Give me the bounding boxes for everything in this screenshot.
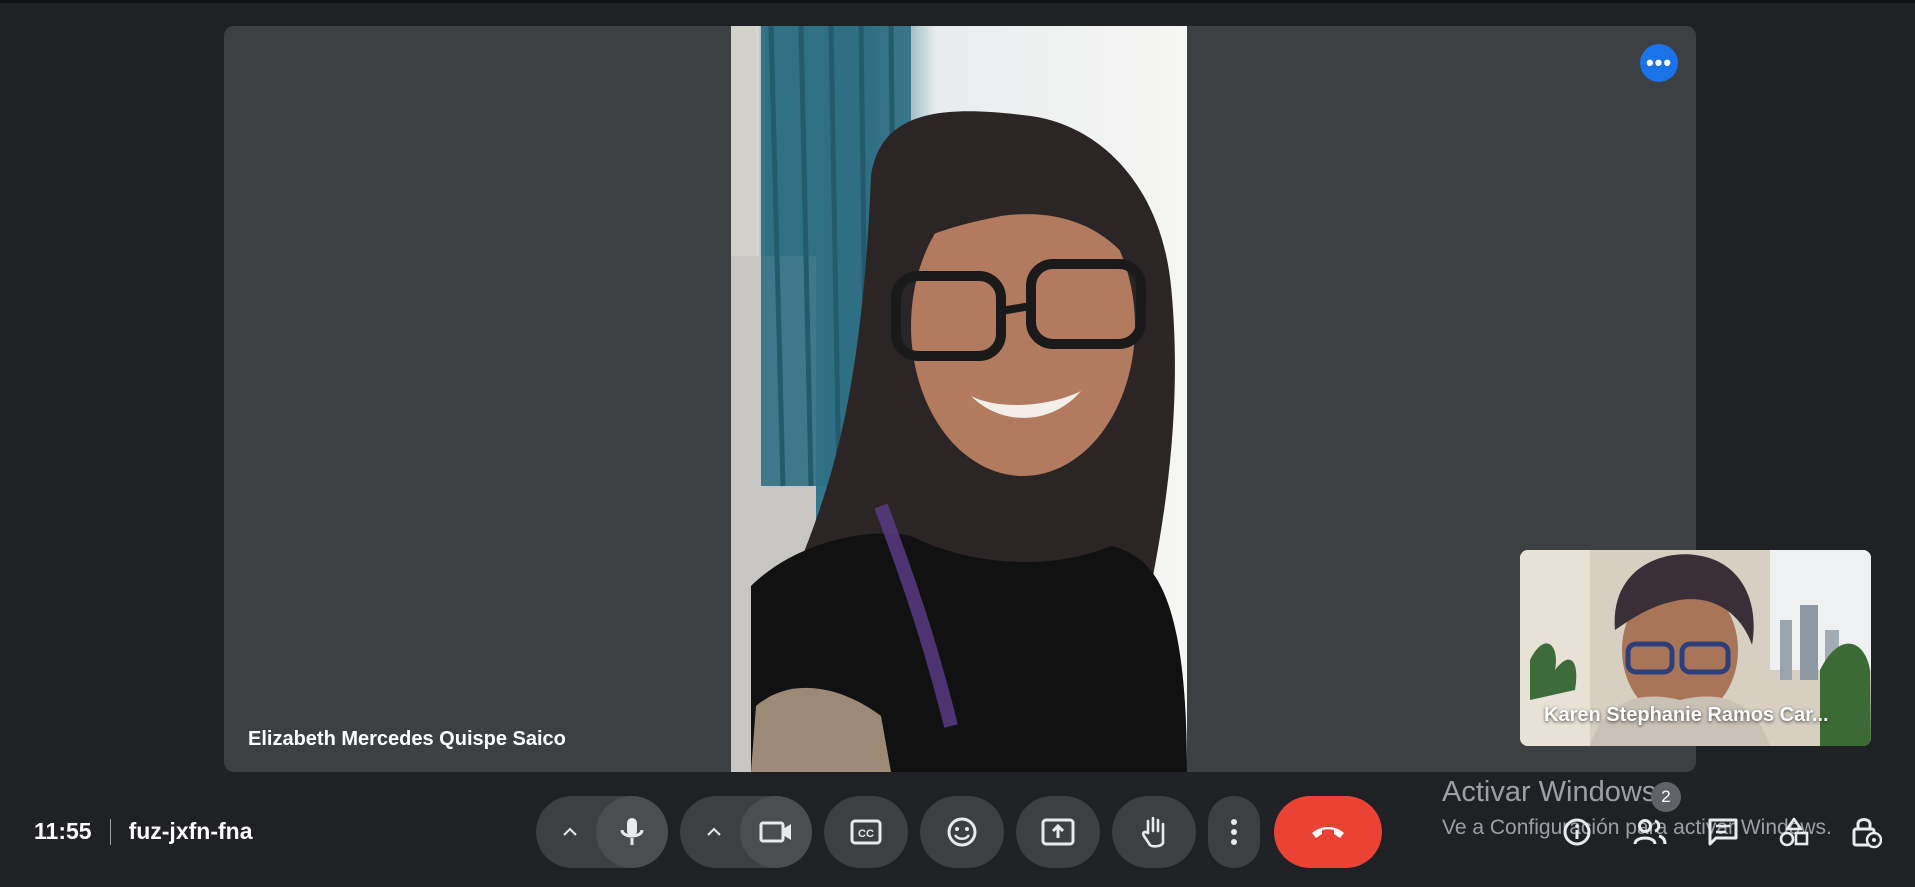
self-participant-name: Karen Stephanie Ramos Car...: [1544, 704, 1829, 726]
present-screen-icon: [1041, 818, 1075, 846]
windows-activation-title: Activar Windows: [1442, 776, 1657, 808]
meeting-details-button[interactable]: [1551, 806, 1603, 858]
people-count-badge: 2: [1651, 782, 1681, 812]
reactions-button[interactable]: [920, 796, 1004, 868]
main-participant-name: Elizabeth Mercedes Quispe Saico: [248, 728, 566, 750]
people-button[interactable]: [1624, 806, 1676, 858]
raise-hand-button[interactable]: [1112, 796, 1196, 868]
self-view-tile[interactable]: Karen Stephanie Ramos Car...: [1520, 550, 1871, 746]
chat-icon: [1708, 818, 1738, 846]
more-options-button[interactable]: [1208, 796, 1260, 868]
more-horiz-icon: •••: [1645, 50, 1673, 75]
chevron-up-icon: [707, 827, 721, 836]
video-options-button[interactable]: [686, 796, 742, 868]
participant-video-frame: [731, 26, 1187, 772]
activities-icon: [1779, 817, 1809, 847]
meeting-info-divider: [109, 818, 111, 845]
raise-hand-icon: [1142, 816, 1165, 848]
camera-icon: [759, 821, 791, 843]
meeting-time: 11:55: [34, 818, 92, 844]
captions-button[interactable]: CC: [824, 796, 908, 868]
main-video-stage: [224, 26, 1696, 772]
present-now-button[interactable]: [1016, 796, 1100, 868]
host-controls-icon: [1852, 818, 1882, 849]
main-participant-video: [731, 26, 1187, 772]
host-controls-button[interactable]: [1840, 806, 1892, 858]
top-edge: [0, 0, 1915, 3]
microphone-icon: [620, 818, 644, 845]
info-icon: [1563, 818, 1591, 846]
emoji-icon: [947, 817, 977, 847]
microphone-button[interactable]: [596, 796, 668, 868]
people-icon: [1633, 819, 1667, 845]
chevron-up-icon: [563, 827, 577, 836]
activities-button[interactable]: [1768, 806, 1820, 858]
chat-button[interactable]: [1697, 806, 1749, 858]
meeting-info: 11:55 fuz-jxfn-fna: [34, 818, 252, 845]
audio-options-button[interactable]: [542, 796, 598, 868]
leave-call-button[interactable]: [1274, 796, 1382, 868]
tile-more-options-button[interactable]: •••: [1640, 44, 1678, 82]
closed-captions-icon: CC: [850, 819, 882, 845]
end-call-icon: [1312, 827, 1344, 838]
svg-text:CC: CC: [858, 828, 874, 840]
more-vert-icon: [1231, 819, 1237, 845]
camera-button[interactable]: [740, 796, 812, 868]
meeting-code[interactable]: fuz-jxfn-fna: [129, 818, 253, 845]
